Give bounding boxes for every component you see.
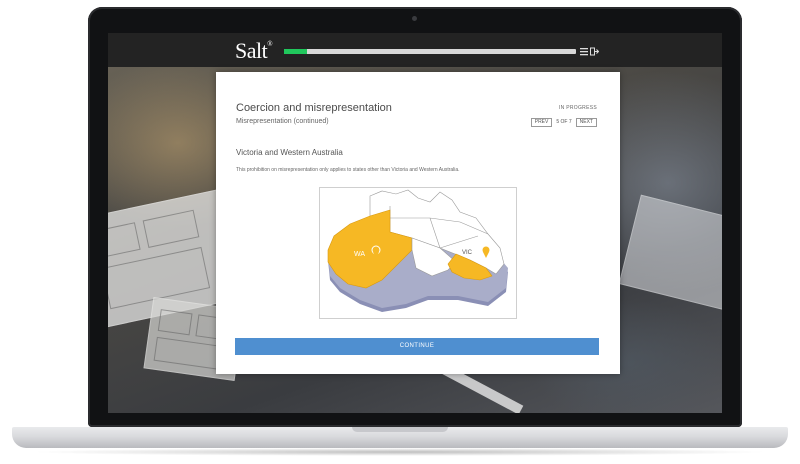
australia-map: WA VIC — [319, 187, 517, 319]
next-button[interactable]: NEXT — [575, 117, 597, 127]
laptop-notch — [352, 427, 448, 432]
laptop-screen: Salt® Coercion and misrepresentation Mis… — [108, 33, 722, 413]
section-heading: Victoria and Western Australia — [236, 148, 343, 157]
prev-button[interactable]: PREV — [530, 117, 553, 127]
page-count: 5 OF 7 — [556, 119, 572, 125]
map-label-vic: VIC — [462, 250, 473, 256]
salt-logo[interactable]: Salt® — [235, 38, 273, 64]
laptop-lid: Salt® Coercion and misrepresentation Mis… — [88, 7, 742, 427]
course-progress-bar — [284, 49, 576, 54]
lesson-subtitle: Misrepresentation (continued) — [236, 118, 329, 125]
continue-button[interactable]: CONTINUE — [235, 338, 599, 355]
pager: PREV 5 OF 7 NEXT — [530, 117, 597, 127]
lesson-card: Coercion and misrepresentation Misrepres… — [216, 72, 620, 374]
map-label-wa: WA — [354, 251, 365, 258]
lesson-title: Coercion and misrepresentation — [236, 102, 392, 114]
app-header: Salt® — [108, 33, 722, 67]
course-progress-fill — [284, 49, 308, 54]
webcam — [412, 16, 417, 21]
body-text: This prohibition on misrepresentation on… — [236, 167, 460, 173]
laptop-base — [12, 427, 788, 448]
lesson-status: IN PROGRESS — [558, 105, 597, 111]
exit-icon[interactable] — [590, 47, 600, 56]
menu-icon[interactable] — [580, 47, 588, 56]
laptop-shadow — [30, 448, 770, 456]
